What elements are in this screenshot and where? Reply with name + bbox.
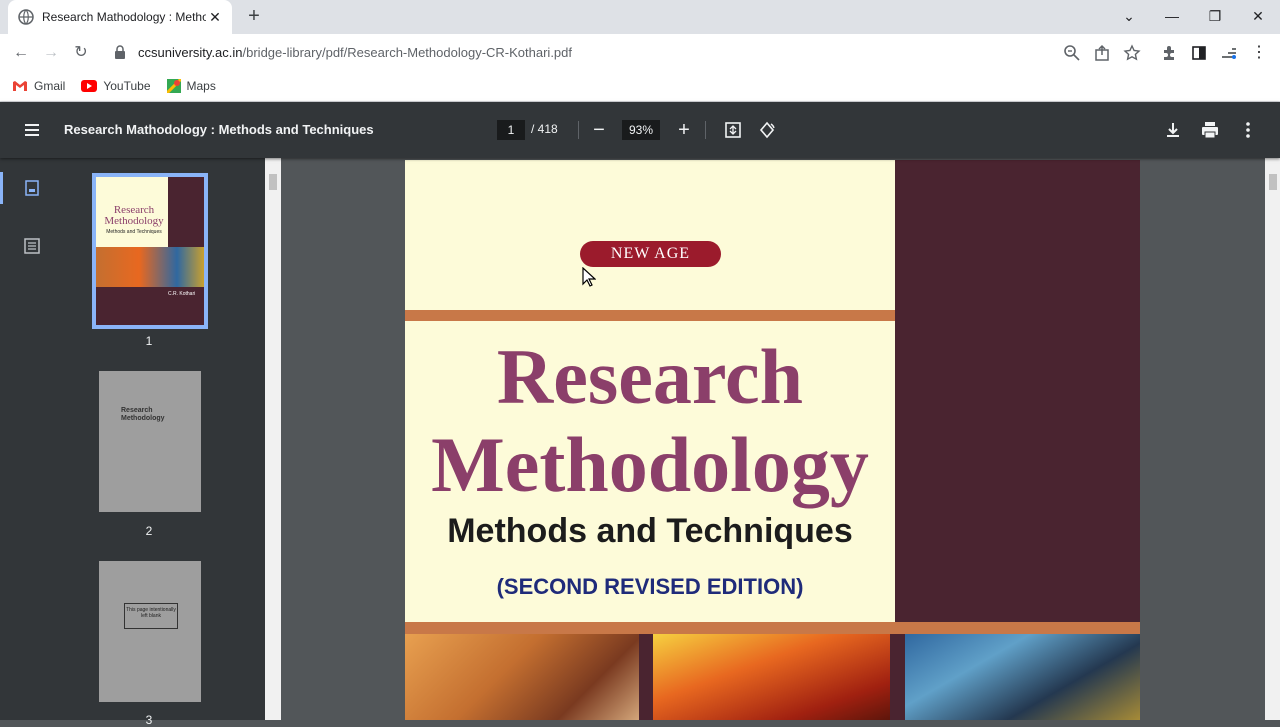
zoom-in-button[interactable]: + [672, 118, 696, 142]
thumbnail-page-3[interactable]: This page intentionally left blank [99, 561, 201, 702]
thumbnail-page-2[interactable]: Research Methodology [99, 371, 201, 512]
new-tab-button[interactable]: + [244, 6, 264, 26]
fit-page-icon[interactable] [723, 120, 743, 140]
zoom-out-button[interactable]: − [587, 118, 611, 142]
download-icon[interactable] [1163, 120, 1183, 140]
bookmark-youtube[interactable]: YouTube [81, 78, 151, 93]
extensions-icon[interactable] [1160, 44, 1178, 62]
page-number-input[interactable]: 1 [497, 120, 525, 140]
cover-subtitle: Methods and Techniques [447, 512, 853, 550]
zoom-icon[interactable] [1063, 44, 1081, 62]
lock-icon [115, 45, 125, 59]
sidebar-toggle-icon[interactable] [22, 120, 42, 140]
back-button[interactable]: ← [10, 42, 32, 64]
restore-button[interactable]: ❐ [1200, 5, 1230, 27]
zoom-input[interactable]: 93% [622, 120, 660, 140]
url-host: ccsuniversity.ac.in [138, 44, 243, 60]
pdf-title: Research Mathodology : Methods and Techn… [64, 122, 374, 137]
scrollbar-thumb[interactable] [269, 174, 277, 190]
thumb2-text: Research Methodology [121, 407, 165, 422]
print-icon[interactable] [1200, 120, 1220, 140]
tab-close-icon[interactable]: ✕ [206, 8, 224, 26]
tab-strip: Research Mathodology : Methods and Techn… [0, 0, 1280, 34]
divider [705, 121, 706, 139]
maps-icon [166, 78, 181, 93]
more-options-icon[interactable] [1238, 120, 1258, 140]
reload-button[interactable]: ↻ [70, 42, 92, 64]
bookmarks-bar: Gmail YouTube Maps [0, 70, 1280, 102]
bookmark-gmail[interactable]: Gmail [12, 79, 65, 93]
pdf-page-1: NEW AGE Research Methodology Methods and… [405, 160, 1140, 720]
thumb1-author: C.R. Kothari [168, 291, 196, 297]
side-panel-icon[interactable] [1190, 44, 1208, 62]
thumbnail-label: 1 [145, 334, 153, 348]
cover-stripe [405, 310, 895, 321]
gmail-icon [13, 80, 27, 91]
forward-button[interactable]: → [40, 42, 62, 64]
browser-tab[interactable]: Research Mathodology : Methods and Techn… [8, 0, 232, 34]
cover-image-gears [405, 634, 639, 720]
cover-image-data [905, 634, 1140, 720]
url-path: /bridge-library/pdf/Research-Methodology… [242, 44, 572, 60]
cover-title-line1: Research [496, 333, 804, 420]
browser-toolbar: ← → ↻ ccsuniversity.ac.in/bridge-library… [0, 34, 1280, 70]
cover-edition: (SECOND REVISED EDITION) [496, 574, 804, 599]
cover-stripe-bottom [405, 622, 1140, 634]
thumb1-subtitle: Methods and Techniques [106, 229, 162, 235]
thumbnail-label: 3 [145, 713, 153, 727]
pdf-toolbar: Research Mathodology : Methods and Techn… [0, 102, 1280, 158]
cover-title-line2: Methodology [431, 421, 869, 508]
divider [578, 121, 579, 139]
page-total: / 418 [531, 122, 558, 136]
thumbnail-page-1[interactable]: Research Methodology Methods and Techniqu… [92, 173, 208, 329]
profile-icon[interactable] [1220, 44, 1238, 62]
sidebar-scrollbar[interactable] [265, 158, 281, 720]
chrome-menu-icon[interactable]: ⋮ [1248, 42, 1270, 64]
active-indicator [0, 172, 3, 204]
star-icon[interactable] [1123, 44, 1141, 62]
youtube-icon [81, 79, 98, 92]
bookmark-maps[interactable]: Maps [166, 78, 216, 93]
bookmark-label: Maps [186, 78, 216, 93]
main-scrollbar[interactable] [1265, 158, 1280, 720]
pdf-content-area: NEW AGE Research Methodology Methods and… [281, 158, 1265, 720]
globe-icon [18, 9, 34, 25]
thumb1-title: Research Methodology [104, 204, 164, 227]
address-bar[interactable]: ccsuniversity.ac.in/bridge-library/pdf/R… [104, 38, 1152, 66]
outline-view-icon[interactable] [22, 236, 42, 256]
thumbnails-view-icon[interactable] [22, 178, 42, 198]
cover-image-fire [653, 634, 890, 720]
bookmark-label: Gmail [34, 78, 66, 93]
minimize-button[interactable]: — [1157, 5, 1187, 27]
share-icon[interactable] [1093, 44, 1111, 62]
mouse-cursor-icon [582, 267, 596, 287]
thumb1-images [96, 247, 204, 287]
publisher-badge: NEW AGE [580, 241, 721, 267]
thumbnail-label: 2 [145, 524, 153, 538]
pdf-sidebar: Research Methodology Methods and Techniqu… [0, 158, 265, 727]
tab-title: Research Mathodology : Methods and Techn… [42, 10, 206, 24]
bookmark-label: YouTube [103, 78, 151, 93]
close-window-button[interactable]: ✕ [1243, 5, 1273, 27]
tab-search-icon[interactable]: ⌄ [1114, 5, 1144, 27]
rotate-icon[interactable] [757, 120, 777, 140]
thumb3-text: This page intentionally left blank [124, 603, 178, 629]
scrollbar-thumb[interactable] [1269, 174, 1277, 190]
